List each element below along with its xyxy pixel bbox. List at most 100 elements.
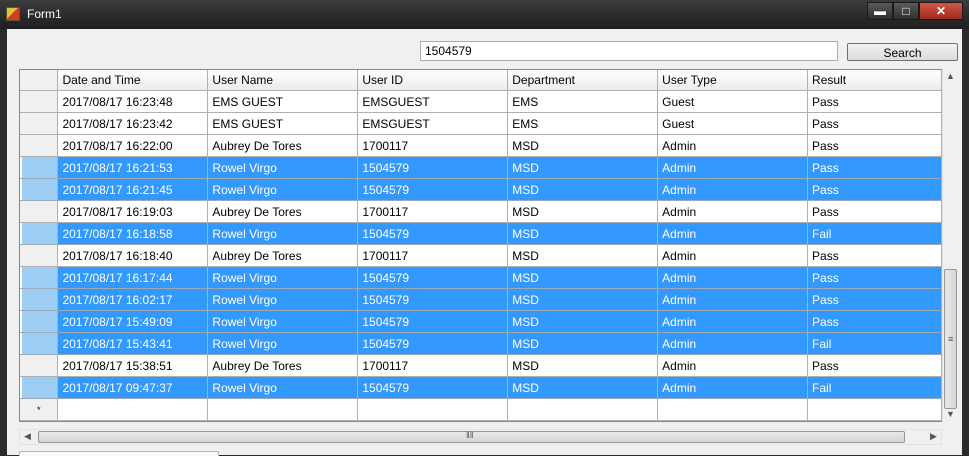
cell-user-id[interactable]: 1504579 xyxy=(357,156,509,179)
cell-department[interactable]: MSD xyxy=(507,310,659,333)
cell-user-type[interactable]: Admin xyxy=(657,222,809,245)
column-header-date-time[interactable]: Date and Time xyxy=(57,70,209,91)
cell-user-name[interactable]: Rowel Virgo xyxy=(207,288,359,311)
column-header-user-name[interactable]: User Name xyxy=(207,70,359,91)
table-row[interactable]: 2017/08/17 15:38:51 Aubrey De Tores 170011… xyxy=(20,354,942,377)
table-row[interactable]: 2017/08/17 09:47:37 Rowel Virgo 1504579 MSD… xyxy=(20,376,942,399)
cell-user-type[interactable]: Admin xyxy=(657,332,809,355)
new-row[interactable]: * xyxy=(20,398,942,421)
new-row-cell[interactable] xyxy=(357,398,509,421)
table-row[interactable]: 2017/08/17 16:18:58 Rowel Virgo 1504579 MSD… xyxy=(20,222,942,245)
new-row-cell[interactable] xyxy=(657,398,809,421)
column-header-department[interactable]: Department xyxy=(507,70,659,91)
cell-department[interactable]: MSD xyxy=(507,376,659,399)
column-header-user-id[interactable]: User ID xyxy=(357,70,509,91)
scroll-up-arrow-icon[interactable]: ▲ xyxy=(946,71,955,81)
cell-user-name[interactable]: Rowel Virgo xyxy=(207,332,359,355)
table-row[interactable]: 2017/08/17 15:49:09 Rowel Virgo 1504579 MSD… xyxy=(20,310,942,333)
cell-result[interactable]: Pass xyxy=(807,112,942,135)
cell-user-type[interactable]: Admin xyxy=(657,354,809,377)
cell-user-name[interactable]: Aubrey De Tores xyxy=(207,354,359,377)
new-row-cell[interactable] xyxy=(57,398,209,421)
cell-result[interactable]: Pass xyxy=(807,266,942,289)
cell-user-id[interactable]: 1504579 xyxy=(357,178,509,201)
cell-result[interactable]: Fail xyxy=(807,222,942,245)
cell-user-id[interactable]: EMSGUEST xyxy=(357,112,509,135)
cell-date-time[interactable]: 2017/08/17 16:21:53 xyxy=(57,156,209,179)
cell-user-type[interactable]: Guest xyxy=(657,112,809,135)
cell-date-time[interactable]: 2017/08/17 15:49:09 xyxy=(57,310,209,333)
table-row[interactable]: 2017/08/17 16:02:17 Rowel Virgo 1504579 MSD… xyxy=(20,288,942,311)
new-row-marker[interactable]: * xyxy=(20,398,59,421)
row-header-cell[interactable] xyxy=(20,376,59,399)
cell-department[interactable]: MSD xyxy=(507,244,659,267)
search-input[interactable] xyxy=(420,41,838,61)
cell-user-name[interactable]: Rowel Virgo xyxy=(207,266,359,289)
cell-result[interactable]: Pass xyxy=(807,310,942,333)
app-icon[interactable] xyxy=(6,7,20,21)
row-header-cell[interactable] xyxy=(20,112,59,135)
table-row[interactable]: 2017/08/17 16:23:48 EMS GUEST EMSGUEST EMS G… xyxy=(20,90,942,113)
cell-result[interactable]: Pass xyxy=(807,134,942,157)
cell-user-id[interactable]: 1504579 xyxy=(357,266,509,289)
cell-result[interactable]: Pass xyxy=(807,90,942,113)
cell-result[interactable]: Pass xyxy=(807,244,942,267)
cell-department[interactable]: MSD xyxy=(507,134,659,157)
cell-result[interactable]: Pass xyxy=(807,156,942,179)
cell-department[interactable]: EMS xyxy=(507,90,659,113)
table-row[interactable]: 2017/08/17 16:18:40 Aubrey De Tores 170011… xyxy=(20,244,942,267)
cell-date-time[interactable]: 2017/08/17 16:23:42 xyxy=(57,112,209,135)
row-header-cell[interactable] xyxy=(20,134,59,157)
cell-user-type[interactable]: Admin xyxy=(657,244,809,267)
cell-result[interactable]: Pass xyxy=(807,178,942,201)
cell-user-name[interactable]: EMS GUEST xyxy=(207,90,359,113)
cell-user-type[interactable]: Admin xyxy=(657,134,809,157)
cell-user-name[interactable]: Rowel Virgo xyxy=(207,178,359,201)
scroll-down-arrow-icon[interactable]: ▼ xyxy=(946,409,955,419)
cell-user-name[interactable]: Aubrey De Tores xyxy=(207,200,359,223)
cell-user-name[interactable]: EMS GUEST xyxy=(207,112,359,135)
cell-department[interactable]: MSD xyxy=(507,200,659,223)
cell-result[interactable]: Pass xyxy=(807,354,942,377)
horizontal-scrollbar[interactable]: ◀ ‖‖ ▶ xyxy=(19,429,942,445)
cell-date-time[interactable]: 2017/08/17 16:02:17 xyxy=(57,288,209,311)
table-row[interactable]: 2017/08/17 16:23:42 EMS GUEST EMSGUEST EMS G… xyxy=(20,112,942,135)
cell-user-id[interactable]: 1504579 xyxy=(357,310,509,333)
row-header-cell[interactable] xyxy=(20,156,59,179)
cell-date-time[interactable]: 2017/08/17 15:38:51 xyxy=(57,354,209,377)
table-row[interactable]: 2017/08/17 16:21:53 Rowel Virgo 1504579 MSD… xyxy=(20,156,942,179)
row-header-corner[interactable] xyxy=(20,70,59,91)
cell-user-id[interactable]: 1700117 xyxy=(357,134,509,157)
cell-user-id[interactable]: 1504579 xyxy=(357,222,509,245)
cell-user-type[interactable]: Admin xyxy=(657,288,809,311)
new-row-cell[interactable] xyxy=(807,398,942,421)
column-header-user-type[interactable]: User Type xyxy=(657,70,809,91)
cell-user-type[interactable]: Admin xyxy=(657,200,809,223)
row-header-cell[interactable] xyxy=(20,178,59,201)
cell-department[interactable]: MSD xyxy=(507,288,659,311)
cell-user-type[interactable]: Admin xyxy=(657,376,809,399)
cell-department[interactable]: MSD xyxy=(507,266,659,289)
cell-user-name[interactable]: Aubrey De Tores xyxy=(207,244,359,267)
cell-department[interactable]: MSD xyxy=(507,222,659,245)
table-row[interactable]: 2017/08/17 16:21:45 Rowel Virgo 1504579 MSD… xyxy=(20,178,942,201)
maximize-button[interactable]: □ xyxy=(893,2,919,20)
cell-department[interactable]: MSD xyxy=(507,332,659,355)
cell-user-id[interactable]: 1504579 xyxy=(357,332,509,355)
row-header-cell[interactable] xyxy=(20,222,59,245)
cell-user-id[interactable]: 1700117 xyxy=(357,244,509,267)
cell-user-name[interactable]: Rowel Virgo xyxy=(207,156,359,179)
cell-user-type[interactable]: Admin xyxy=(657,156,809,179)
new-row-cell[interactable] xyxy=(507,398,659,421)
cell-department[interactable]: MSD xyxy=(507,354,659,377)
cell-user-type[interactable]: Admin xyxy=(657,178,809,201)
table-row[interactable]: 2017/08/17 15:43:41 Rowel Virgo 1504579 MSD… xyxy=(20,332,942,355)
cell-date-time[interactable]: 2017/08/17 16:18:58 xyxy=(57,222,209,245)
row-header-cell[interactable] xyxy=(20,332,59,355)
cell-department[interactable]: EMS xyxy=(507,112,659,135)
data-grid[interactable]: Date and Time User Name User ID Departme… xyxy=(19,69,943,422)
cell-user-type[interactable]: Admin xyxy=(657,266,809,289)
vertical-scrollbar[interactable]: ▲ ≡ ▼ xyxy=(942,69,958,422)
row-header-cell[interactable] xyxy=(20,266,59,289)
new-row-cell[interactable] xyxy=(207,398,359,421)
